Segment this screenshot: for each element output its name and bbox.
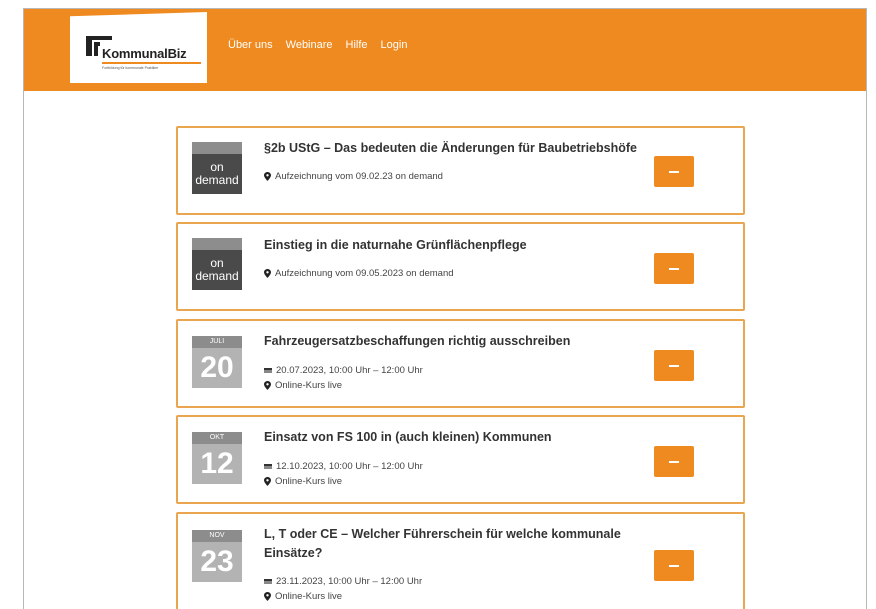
event-date: 12.10.2023, 10:00 Uhr – 12:00 Uhr: [264, 461, 423, 472]
event-date: 23.11.2023, 10:00 Uhr – 12:00 Uhr: [264, 576, 422, 587]
event-title[interactable]: Einsatz von FS 100 in (auch kleinen) Kom…: [264, 428, 644, 447]
event-location: Online-Kurs live: [264, 476, 342, 487]
event-location: Aufzeichnung vom 09.02.23 on demand: [264, 171, 443, 182]
event-location-text: Online-Kurs live: [275, 380, 343, 391]
map-pin-icon: [264, 477, 271, 486]
event-date-badge: on demand: [192, 142, 242, 194]
logo-text: KommunalBiz: [102, 46, 187, 61]
event-title[interactable]: Fahrzeugersatzbeschaffungen richtig auss…: [264, 332, 644, 351]
arrow-icon: [669, 267, 679, 270]
arrow-icon: [669, 564, 679, 567]
badge-month: NOV: [192, 530, 242, 542]
map-pin-icon: [264, 592, 271, 601]
event-location: Online-Kurs live: [264, 591, 342, 602]
calendar-icon: [264, 368, 272, 373]
event-card: OKT 12 Einsatz von FS 100 in (auch klein…: [176, 415, 745, 504]
map-pin-icon: [264, 172, 271, 181]
nav-link-hilfe[interactable]: Hilfe: [346, 39, 368, 51]
badge-month: JULI: [192, 336, 242, 348]
badge-month: [192, 142, 242, 154]
browser-page: KommunalBiz Fortbildung für kommunale Pr…: [23, 8, 867, 609]
logo-underline: [102, 62, 201, 64]
event-date-badge: OKT 12: [192, 432, 242, 484]
event-details-button[interactable]: [654, 446, 694, 477]
event-date-badge: JULI 20: [192, 336, 242, 388]
event-date-badge: NOV 23: [192, 530, 242, 582]
calendar-icon: [264, 464, 272, 469]
main-nav: Über uns Webinare Hilfe Login: [228, 39, 407, 51]
event-location-text: Online-Kurs live: [275, 591, 343, 602]
badge-month: OKT: [192, 432, 242, 444]
nav-link-webinare[interactable]: Webinare: [286, 39, 333, 51]
badge-day: 23: [192, 542, 242, 582]
event-date-text: 20.07.2023, 10:00 Uhr – 12:00 Uhr: [276, 365, 423, 376]
map-pin-icon: [264, 381, 271, 390]
site-logo[interactable]: KommunalBiz Fortbildung für kommunale Pr…: [70, 12, 207, 83]
event-card: NOV 23 L, T oder CE – Welcher Führersche…: [176, 512, 745, 609]
event-details-button[interactable]: [654, 156, 694, 187]
event-details-button[interactable]: [654, 253, 694, 284]
event-location-text: Aufzeichnung vom 09.02.23 on demand: [275, 171, 443, 182]
nav-link-login[interactable]: Login: [381, 39, 408, 51]
calendar-icon: [264, 579, 272, 584]
event-location: Aufzeichnung vom 09.05.2023 on demand: [264, 268, 454, 279]
map-pin-icon: [264, 269, 271, 278]
nav-link-ueber-uns[interactable]: Über uns: [228, 39, 273, 51]
event-card: JULI 20 Fahrzeugersatzbeschaffungen rich…: [176, 319, 745, 408]
event-date-badge: on demand: [192, 238, 242, 290]
event-card: on demand §2b UStG – Das bedeuten die Änd…: [176, 126, 745, 215]
event-details-button[interactable]: [654, 350, 694, 381]
badge-day: 12: [192, 444, 242, 484]
event-title[interactable]: §2b UStG – Das bedeuten die Änderungen f…: [264, 139, 644, 158]
badge-day: 20: [192, 348, 242, 388]
arrow-icon: [669, 460, 679, 463]
event-date-text: 12.10.2023, 10:00 Uhr – 12:00 Uhr: [276, 461, 423, 472]
logo-tagline: Fortbildung für kommunale Praktiker: [102, 66, 159, 70]
event-date-text: 23.11.2023, 10:00 Uhr – 12:00 Uhr: [276, 576, 423, 587]
event-date: 20.07.2023, 10:00 Uhr – 12:00 Uhr: [264, 365, 423, 376]
event-title[interactable]: L, T oder CE – Welcher Führerschein für …: [264, 525, 644, 563]
event-title[interactable]: Einstieg in die naturnahe Grünflächenpfl…: [264, 236, 644, 255]
event-location-text: Aufzeichnung vom 09.05.2023 on demand: [275, 268, 454, 279]
site-header: KommunalBiz Fortbildung für kommunale Pr…: [24, 9, 866, 91]
badge-day: on demand: [192, 154, 242, 194]
arrow-icon: [669, 170, 679, 173]
badge-month: [192, 238, 242, 250]
badge-day: on demand: [192, 250, 242, 290]
event-card: on demand Einstieg in die naturnahe Grünf…: [176, 222, 745, 311]
event-details-button[interactable]: [654, 550, 694, 581]
event-location: Online-Kurs live: [264, 380, 342, 391]
arrow-icon: [669, 364, 679, 367]
event-location-text: Online-Kurs live: [275, 476, 343, 487]
